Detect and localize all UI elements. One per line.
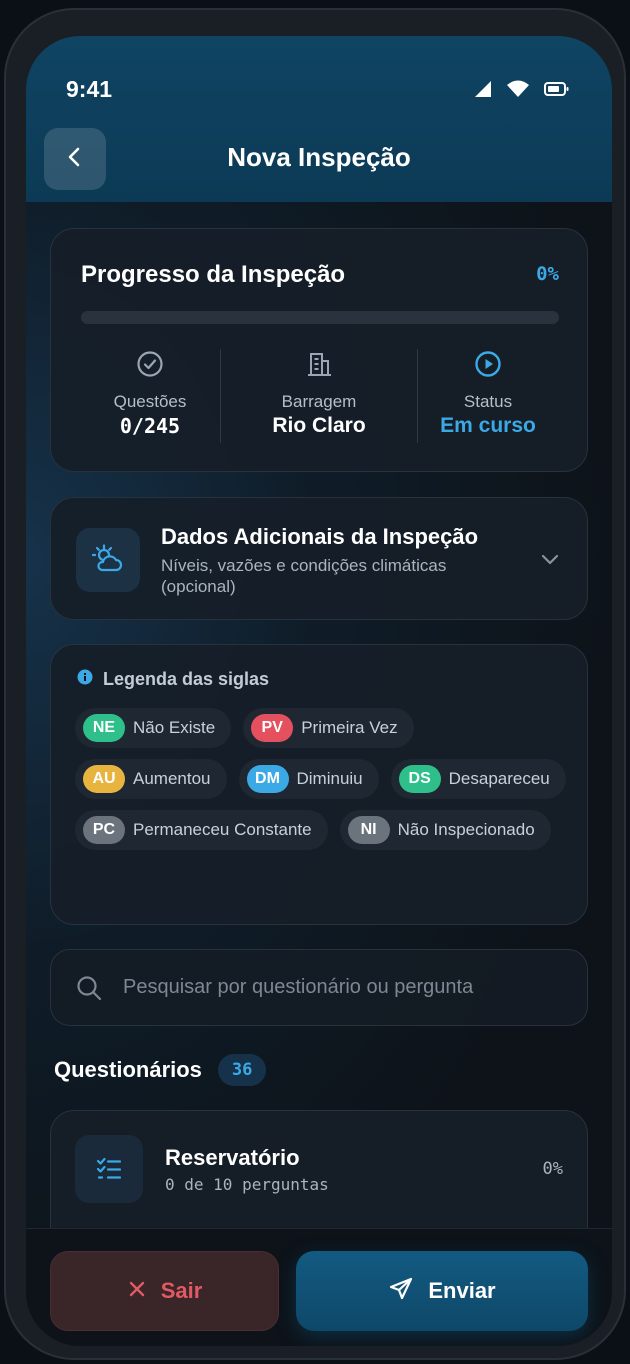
stat-dam: Barragem Rio Claro xyxy=(244,349,394,438)
stat-status-label: Status xyxy=(463,392,513,411)
play-circle-icon xyxy=(413,349,563,381)
device-frame: 9:41 Nova Inspeção Progresso da Inspeção… xyxy=(4,8,626,1360)
additional-data-card[interactable]: Dados Adicionais da Inspeção Níveis, vaz… xyxy=(50,497,588,620)
search-icon xyxy=(75,974,103,1007)
legend-label: Aumentou xyxy=(133,769,211,788)
weather-cloud-sun-icon xyxy=(76,528,140,592)
legend-card: Legenda das siglas NE Não Existe PV Prim… xyxy=(50,644,588,925)
legend-code: NI xyxy=(347,816,390,844)
legend-chips: NE Não Existe PV Primeira Vez AU Aumento… xyxy=(75,708,575,850)
legend-label: Permaneceu Constante xyxy=(133,820,312,839)
exit-button-label: Sair xyxy=(160,1278,203,1303)
progress-percent: 0% xyxy=(536,263,559,285)
legend-label: Diminuiu xyxy=(296,769,363,788)
legend-label: Desapareceu xyxy=(448,769,550,788)
header: 9:41 Nova Inspeção xyxy=(26,36,612,202)
search-input[interactable]: Pesquisar por questionário ou pergunta xyxy=(50,949,588,1026)
bottom-action-bar: Sair Enviar xyxy=(26,1228,612,1346)
status-bar: 9:41 xyxy=(26,76,612,106)
stat-status: Status Em curso xyxy=(413,349,563,438)
legend-chip-au: AU Aumentou xyxy=(75,759,227,799)
legend-chip-ne: NE Não Existe xyxy=(75,708,232,748)
legend-label: Não Inspecionado xyxy=(397,820,535,839)
stat-questions-label: Questões xyxy=(113,392,187,411)
info-icon xyxy=(77,669,93,690)
questionnaires-header: Questionários 36 xyxy=(54,1054,267,1086)
legend-chip-pc: PC Permaneceu Constante xyxy=(75,810,328,850)
send-button[interactable]: Enviar xyxy=(296,1251,588,1331)
legend-code: PC xyxy=(83,816,125,844)
progress-card: Progresso da Inspeção 0% Questões 0/245 … xyxy=(50,228,588,472)
legend-code: DS xyxy=(398,765,441,793)
stat-questions: Questões 0/245 xyxy=(75,349,225,438)
send-icon xyxy=(388,1276,414,1307)
battery-icon xyxy=(544,81,570,97)
legend-code: DM xyxy=(246,765,289,793)
legend-code: AU xyxy=(83,765,125,793)
send-button-label: Enviar xyxy=(428,1278,496,1303)
questionnaire-title: Reservatório xyxy=(165,1145,300,1170)
progress-bar xyxy=(81,311,559,324)
legend-label: Primeira Vez xyxy=(301,718,398,737)
questionnaire-subtitle: 0 de 10 perguntas xyxy=(165,1175,329,1194)
search-placeholder: Pesquisar por questionário ou pergunta xyxy=(123,976,474,998)
stat-dam-value: Rio Claro xyxy=(272,414,366,437)
legend-chip-pv: PV Primeira Vez xyxy=(243,708,414,748)
legend-title: Legenda das siglas xyxy=(103,669,270,689)
additional-data-title: Dados Adicionais da Inspeção xyxy=(161,524,479,549)
building-icon xyxy=(244,349,394,381)
stat-divider xyxy=(220,349,221,443)
page-title: Nova Inspeção xyxy=(227,142,411,172)
wifi-icon xyxy=(506,80,530,98)
legend-chip-ni: NI Não Inspecionado xyxy=(339,810,551,850)
progress-title: Progresso da Inspeção xyxy=(81,261,346,288)
close-icon xyxy=(127,1279,147,1304)
legend-chip-dm: DM Diminuiu xyxy=(238,759,379,799)
legend-chip-ds: DS Desapareceu xyxy=(390,759,566,799)
check-circle-icon xyxy=(75,349,225,381)
cellular-signal-icon xyxy=(474,80,492,98)
additional-data-subtitle: Níveis, vazões e condições climáticas (o… xyxy=(161,556,447,596)
exit-button[interactable]: Sair xyxy=(50,1251,279,1331)
app-screen: 9:41 Nova Inspeção Progresso da Inspeção… xyxy=(26,36,612,1346)
checklist-icon xyxy=(75,1135,143,1203)
chevron-down-icon[interactable] xyxy=(539,548,561,575)
stat-questions-value: 0/245 xyxy=(119,414,181,438)
stat-status-value: Em curso xyxy=(440,414,536,437)
questionnaires-count-badge: 36 xyxy=(217,1054,267,1086)
stat-dam-label: Barragem xyxy=(281,392,357,411)
legend-code: NE xyxy=(83,714,125,742)
legend-code: PV xyxy=(251,714,294,742)
status-time: 9:41 xyxy=(66,76,113,102)
questionnaire-percent: 0% xyxy=(542,1159,563,1179)
questionnaires-title: Questionários xyxy=(54,1057,202,1082)
legend-label: Não Existe xyxy=(133,718,216,737)
